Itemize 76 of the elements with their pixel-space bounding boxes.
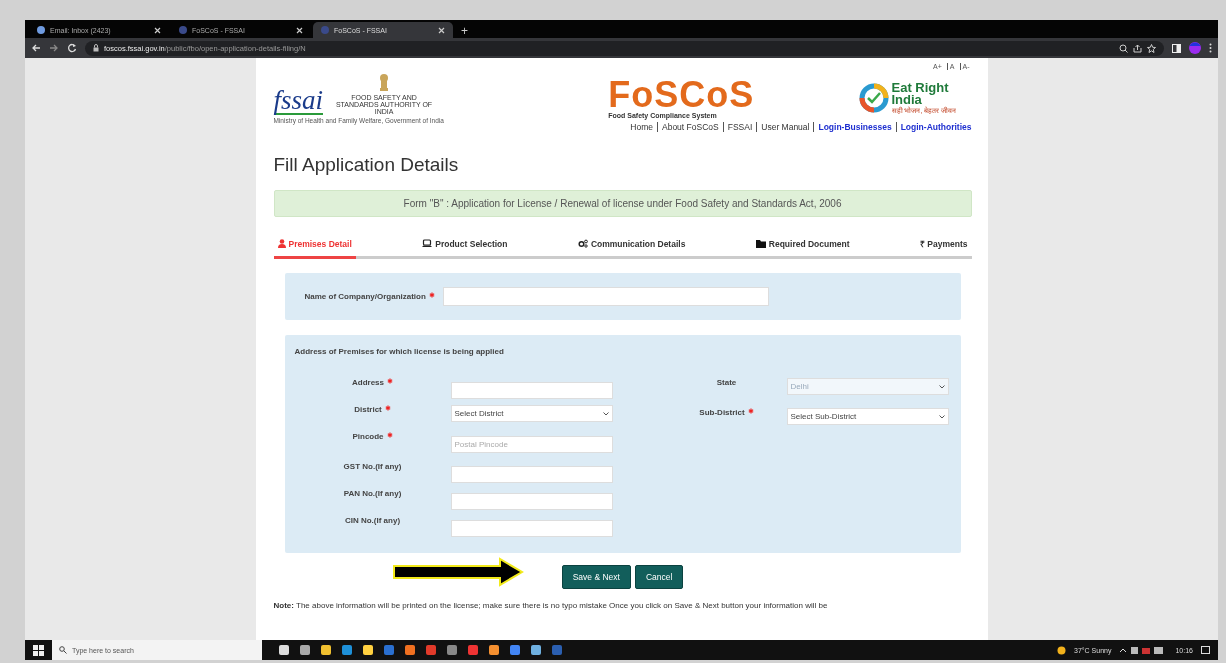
chevron-down-icon (938, 384, 945, 389)
nav-link[interactable]: Login-Authorities (895, 122, 972, 132)
input-field[interactable] (450, 493, 613, 510)
star-icon[interactable] (1147, 43, 1156, 53)
nav-link[interactable]: About FoSCoS (657, 122, 719, 132)
page-title: Fill Application Details (273, 154, 460, 176)
step-tab[interactable]: Communication Details (573, 234, 690, 259)
field-label: Address (294, 378, 451, 387)
taskbar-app-icon[interactable] (278, 644, 290, 656)
taskbar-app-icon[interactable] (530, 644, 542, 656)
input-field[interactable] (450, 382, 613, 399)
chevron-down-icon (602, 411, 609, 416)
nav-link[interactable]: Login-Businesses (813, 122, 892, 132)
nav-link[interactable]: Home (630, 122, 653, 132)
reload-icon[interactable] (67, 43, 77, 53)
laptop-icon (422, 239, 433, 248)
nav-link[interactable]: FSSAI (722, 122, 753, 132)
action-button[interactable]: Save & Next (561, 565, 631, 589)
select-field[interactable]: Select District (450, 405, 613, 422)
windows-logo-icon[interactable] (33, 644, 44, 656)
eat-right-title: Eat Right India (891, 81, 949, 106)
notification-icon[interactable] (1201, 645, 1210, 655)
sun-icon (1057, 645, 1067, 655)
fssai-logo: fssai (273, 88, 324, 115)
required-asterisk-icon (747, 408, 754, 414)
favicon-icon (37, 26, 45, 34)
close-icon[interactable] (296, 26, 303, 34)
close-icon[interactable] (438, 26, 445, 34)
gears-icon (577, 239, 588, 248)
step-tab[interactable]: Premises Detail (273, 234, 356, 259)
favicon-icon (321, 26, 329, 34)
form-banner: Form "B" : Application for License / Renewal of license under Food Safety and Standards Act, 2006 (273, 190, 972, 217)
field-label: GST No.(If any) (342, 462, 403, 471)
select-field[interactable]: Select Sub-District (786, 408, 949, 425)
share-icon[interactable] (1133, 43, 1142, 53)
step-tab[interactable]: Product Selection (418, 234, 512, 259)
field-label: Sub-District (666, 408, 787, 417)
user-icon (277, 239, 286, 248)
taskbar-app-icon[interactable] (320, 644, 332, 656)
menu-icon[interactable] (1209, 43, 1212, 53)
required-asterisk-icon (384, 405, 391, 411)
side-panel-icon[interactable] (1172, 43, 1181, 53)
field-label: District (294, 405, 451, 414)
eat-right-logo-icon (858, 83, 889, 113)
required-asterisk-icon (386, 432, 393, 438)
field-label: State (715, 378, 738, 387)
step-tab[interactable]: Required Document (751, 234, 854, 259)
field-label: CIN No.(If any) (343, 516, 402, 525)
favicon-icon (179, 26, 187, 34)
note-text: Note: The above information will be printed on the license; make sure there is no typo mistake Once you click on Save & Next button your information will be (273, 601, 829, 610)
required-asterisk-icon (387, 378, 393, 384)
folder-icon (755, 239, 766, 248)
nav-link[interactable]: User Manual (756, 122, 810, 132)
lock-icon (93, 44, 99, 52)
field-label: Name of Company/Organization (304, 292, 435, 301)
forward-icon[interactable] (49, 43, 59, 53)
back-icon[interactable] (31, 43, 41, 53)
section-title: Address of Premises for which license is being applied (294, 347, 505, 356)
chevron-down-icon (938, 414, 945, 419)
taskbar-app-icon[interactable] (362, 644, 374, 656)
zoom-icon[interactable] (1119, 43, 1128, 53)
input-field[interactable] (450, 466, 613, 483)
close-icon[interactable] (154, 26, 161, 34)
taskbar-app-icon[interactable] (488, 644, 500, 656)
input-field[interactable] (442, 287, 769, 306)
taskbar-app-icon[interactable] (299, 644, 311, 656)
input-field[interactable] (450, 520, 613, 537)
taskbar-app-icon[interactable] (404, 644, 416, 656)
new-tab-button[interactable]: + (455, 24, 474, 38)
action-button[interactable]: Cancel (634, 565, 684, 589)
field-label: Pincode (294, 432, 451, 441)
step-tab[interactable]: ₹ Payments (915, 234, 972, 259)
required-asterisk-icon (428, 292, 435, 298)
field-label: PAN No.(If any) (342, 489, 403, 498)
brand-logo: FoSCoS (608, 77, 755, 112)
search-icon (59, 646, 67, 654)
